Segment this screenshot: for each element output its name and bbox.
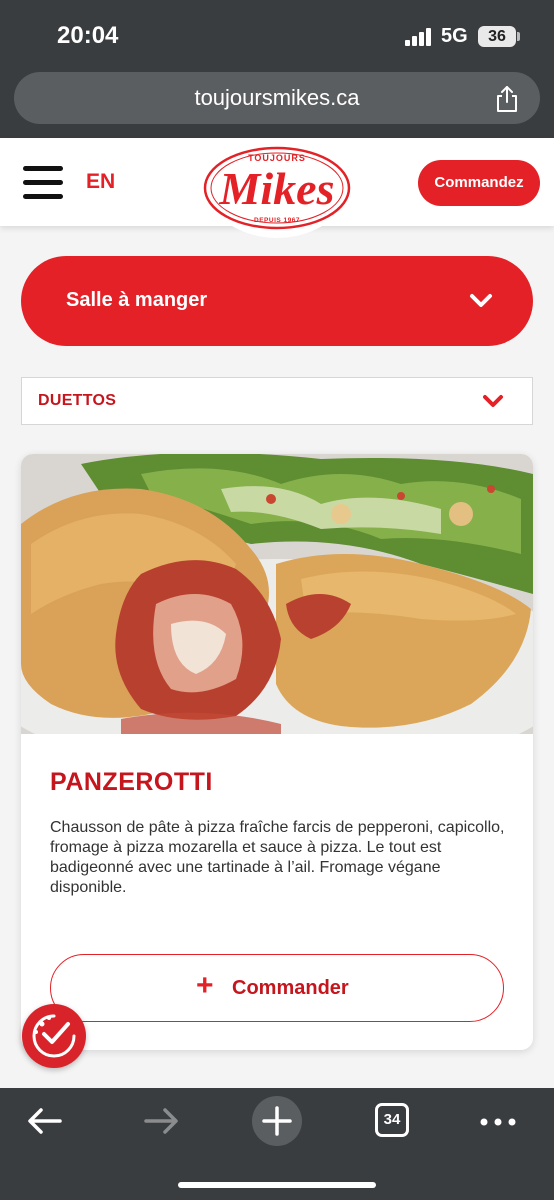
mikes-logo-icon: TOUJOURS Mikes DEPUIS 1967 (203, 146, 351, 230)
back-arrow-icon[interactable] (26, 1106, 64, 1136)
status-bar: 20:04 5G 36 (0, 0, 554, 70)
svg-text:Mikes: Mikes (219, 163, 335, 214)
logo[interactable]: TOUJOURS Mikes DEPUIS 1967 (186, 138, 368, 238)
menu-icon[interactable] (23, 166, 63, 200)
new-tab-plus-icon[interactable] (251, 1095, 303, 1147)
commander-button[interactable]: + Commander (50, 954, 504, 1022)
commander-label: Commander (232, 977, 349, 999)
chevron-down-icon (470, 294, 492, 307)
menu-item-description: Chausson de pâte à pizza fraîche farcis … (50, 819, 505, 896)
network-label: 5G (441, 25, 468, 47)
forward-arrow-icon[interactable] (142, 1106, 180, 1136)
chevron-down-icon (483, 395, 503, 407)
status-time: 20:04 (57, 22, 119, 49)
svg-text:TOUJOURS: TOUJOURS (248, 153, 306, 163)
dining-option-label: Salle à manger (66, 289, 208, 311)
accessibility-widget-button[interactable] (22, 1004, 86, 1068)
battery-icon: 36 (478, 26, 516, 47)
address-bar[interactable]: toujoursmikes.ca (14, 72, 540, 124)
more-options-icon[interactable] (480, 1118, 516, 1126)
order-button[interactable]: Commandez (418, 160, 540, 206)
category-select[interactable]: DUETTOS (21, 377, 533, 425)
language-toggle[interactable]: EN (86, 170, 115, 194)
menu-item-title: PANZEROTTI (50, 768, 213, 796)
tabs-button[interactable]: 34 (375, 1103, 409, 1137)
share-icon[interactable] (494, 85, 520, 113)
browser-top-chrome: 20:04 5G 36 toujoursmikes.ca (0, 0, 554, 138)
menu-item-card: PANZEROTTI Chausson de pâte à pizza fraî… (21, 454, 533, 1050)
panzerotti-image (21, 454, 533, 734)
dining-option-select[interactable]: Salle à manger (21, 256, 533, 346)
battery-tip (517, 32, 520, 41)
checkmark-clock-icon (32, 1014, 76, 1058)
url-text: toujoursmikes.ca (194, 85, 360, 110)
site-header: EN TOUJOURS Mikes DEPUIS 1967 Commandez (0, 138, 554, 238)
signal-icon (405, 28, 433, 46)
svg-text:DEPUIS 1967: DEPUIS 1967 (254, 217, 300, 224)
category-label: DUETTOS (38, 392, 117, 409)
plus-icon: + (196, 969, 214, 1002)
home-indicator (178, 1182, 376, 1188)
